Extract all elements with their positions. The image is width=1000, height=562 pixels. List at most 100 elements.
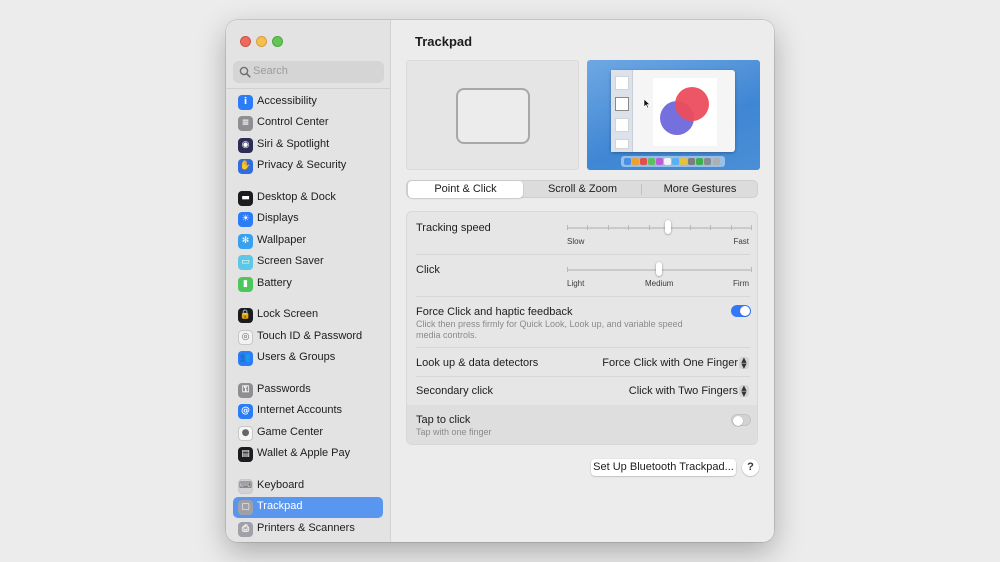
sidebar-item-wallet-apple-pay[interactable]: ▤ Wallet & Apple Pay bbox=[233, 444, 383, 465]
slider-tick bbox=[731, 225, 732, 230]
preview-thumbnail bbox=[615, 97, 629, 111]
sidebar-item-label: Internet Accounts bbox=[257, 404, 342, 416]
sidebar-item-trackpad[interactable]: ▢ Trackpad bbox=[233, 497, 383, 518]
sidebar-item-accessibility[interactable]: i Accessibility bbox=[233, 92, 383, 113]
chevron-up-down-icon[interactable]: ▲ ▼ bbox=[739, 357, 749, 370]
control-center-icon: ≡ bbox=[238, 116, 253, 131]
sidebar-item-users-groups[interactable]: 👥 Users & Groups bbox=[233, 348, 383, 369]
sidebar-item-battery[interactable]: ▮ Battery bbox=[233, 274, 383, 295]
tab-more-gestures[interactable]: More Gestures bbox=[642, 181, 758, 198]
preview-app-sidebar bbox=[611, 70, 633, 152]
overlapping-circles-icon bbox=[660, 87, 709, 135]
dock-app-icon bbox=[656, 158, 663, 165]
secondary-click-popup[interactable]: Click with Two Fingers bbox=[629, 385, 738, 397]
dock-icon: ▬ bbox=[238, 191, 253, 206]
sidebar-item-siri-spotlight[interactable]: ◉ Siri & Spotlight bbox=[233, 135, 383, 156]
sidebar-item-lock-screen[interactable]: 🔒 Lock Screen bbox=[233, 305, 383, 326]
wallet-icon: ▤ bbox=[238, 447, 253, 462]
sidebar-item-keyboard[interactable]: ⌨ Keyboard bbox=[233, 476, 383, 497]
zoom-window-button[interactable] bbox=[272, 36, 283, 47]
sun-icon: ☀ bbox=[238, 212, 253, 227]
sidebar-item-label: Wallet & Apple Pay bbox=[257, 447, 351, 459]
trackpad-preview bbox=[406, 60, 579, 170]
dock-app-icon bbox=[688, 158, 695, 165]
search-icon bbox=[239, 66, 251, 78]
slider-tick bbox=[751, 225, 752, 230]
row-divider bbox=[416, 376, 750, 377]
tracking-speed-knob[interactable] bbox=[665, 220, 672, 234]
sidebar-item-displays[interactable]: ☀ Displays bbox=[233, 209, 383, 230]
search-field[interactable]: Search bbox=[233, 61, 384, 83]
look-up-popup[interactable]: Force Click with One Finger bbox=[602, 357, 738, 369]
tap-to-click-toggle[interactable] bbox=[731, 414, 751, 426]
tab-point-and-click[interactable]: Point & Click bbox=[408, 181, 523, 198]
sidebar-item-desktop-dock[interactable]: ▬ Desktop & Dock bbox=[233, 188, 383, 209]
click-mid-label: Medium bbox=[645, 279, 674, 288]
dock-app-icon bbox=[696, 158, 703, 165]
fingerprint-icon: ◎ bbox=[238, 330, 253, 345]
sidebar-item-label: Lock Screen bbox=[257, 308, 319, 320]
slider-tick bbox=[567, 267, 568, 272]
row-divider bbox=[416, 254, 750, 255]
trackpad-illustration bbox=[456, 88, 530, 144]
dock-app-icon bbox=[624, 158, 631, 165]
minimize-window-button[interactable] bbox=[256, 36, 267, 47]
click-min-label: Light bbox=[567, 279, 585, 288]
sidebar: Search i Accessibility ≡ Control Center ◉ Sir… bbox=[226, 20, 391, 542]
dock-app-icon bbox=[648, 158, 655, 165]
battery-icon: ▮ bbox=[238, 277, 253, 292]
slider-tick bbox=[587, 225, 588, 230]
keyboard-icon: ⌨ bbox=[238, 479, 253, 494]
sidebar-item-label: Passwords bbox=[257, 383, 311, 395]
sidebar-item-control-center[interactable]: ≡ Control Center bbox=[233, 113, 383, 134]
click-pressure-knob[interactable] bbox=[656, 262, 662, 276]
search-placeholder: Search bbox=[253, 65, 288, 77]
tab-scroll-and-zoom[interactable]: Scroll & Zoom bbox=[524, 181, 641, 198]
game-center-icon: ● bbox=[238, 426, 253, 441]
row-divider bbox=[416, 347, 750, 348]
sidebar-item-internet-accounts[interactable]: @ Internet Accounts bbox=[233, 401, 383, 422]
close-window-button[interactable] bbox=[240, 36, 251, 47]
toggle-knob bbox=[740, 306, 750, 316]
sidebar-item-label: Screen Saver bbox=[257, 255, 324, 267]
slider-tick bbox=[628, 225, 629, 230]
dock-app-icon bbox=[713, 158, 720, 165]
sidebar-item-screen-saver[interactable]: ▭ Screen Saver bbox=[233, 252, 383, 273]
sidebar-item-label: Keyboard bbox=[257, 479, 305, 491]
sidebar-item-label: Displays bbox=[257, 212, 299, 224]
slider-tick bbox=[690, 225, 691, 230]
toggle-knob bbox=[733, 416, 743, 426]
tracking-speed-label: Tracking speed bbox=[416, 222, 491, 234]
trackpad-icon: ▢ bbox=[238, 500, 253, 515]
dock-app-icon bbox=[632, 158, 639, 165]
preview-thumbnail bbox=[615, 118, 629, 132]
users-icon: 👥 bbox=[238, 351, 253, 366]
sidebar-item-printers-scanners[interactable]: ⎙ Printers & Scanners bbox=[233, 519, 383, 540]
accessibility-icon: i bbox=[238, 95, 253, 110]
sidebar-item-label: Accessibility bbox=[257, 95, 317, 107]
sidebar-item-wallpaper[interactable]: ✻ Wallpaper bbox=[233, 231, 383, 252]
help-button[interactable]: ? bbox=[742, 459, 759, 476]
lock-icon: 🔒 bbox=[238, 308, 253, 323]
gesture-tabs: Point & Click Scroll & Zoom More Gesture… bbox=[406, 180, 758, 198]
sidebar-item-touch-id-password[interactable]: ◎ Touch ID & Password bbox=[233, 327, 383, 348]
force-click-toggle[interactable] bbox=[731, 305, 751, 317]
siri-icon: ◉ bbox=[238, 138, 253, 153]
set-up-bluetooth-trackpad-button[interactable]: Set Up Bluetooth Trackpad... bbox=[591, 459, 736, 476]
settings-card: Tracking speed Slow Fast Click Light Med… bbox=[406, 211, 758, 445]
printer-icon: ⎙ bbox=[238, 522, 253, 537]
sidebar-item-privacy-security[interactable]: ✋ Privacy & Security bbox=[233, 156, 383, 177]
preview-app-window bbox=[611, 70, 735, 152]
secondary-click-label: Secondary click bbox=[416, 385, 494, 397]
sidebar-item-passwords[interactable]: ⚿ Passwords bbox=[233, 380, 383, 401]
force-click-label: Force Click and haptic feedback bbox=[416, 306, 573, 318]
slider-tick bbox=[649, 225, 650, 230]
sidebar-item-label: Control Center bbox=[257, 116, 329, 128]
slider-tick bbox=[608, 225, 609, 230]
chevron-up-down-icon[interactable]: ▲ ▼ bbox=[739, 385, 749, 398]
sidebar-item-label: Battery bbox=[257, 277, 292, 289]
sidebar-item-label: Printers & Scanners bbox=[257, 522, 355, 534]
key-icon: ⚿ bbox=[238, 383, 253, 398]
sidebar-item-game-center[interactable]: ● Game Center bbox=[233, 423, 383, 444]
dock-app-icon bbox=[704, 158, 711, 165]
